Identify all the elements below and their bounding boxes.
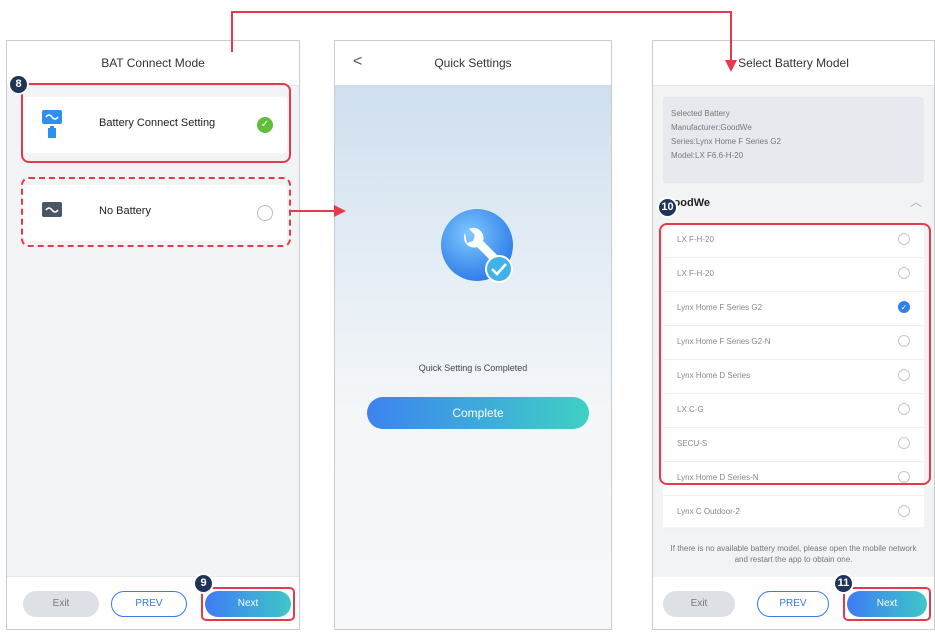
flow-arrows — [231, 11, 737, 217]
arrow-top-connector — [231, 11, 732, 60]
arrow-head-down — [725, 60, 737, 72]
arrow-head-right — [334, 205, 346, 217]
